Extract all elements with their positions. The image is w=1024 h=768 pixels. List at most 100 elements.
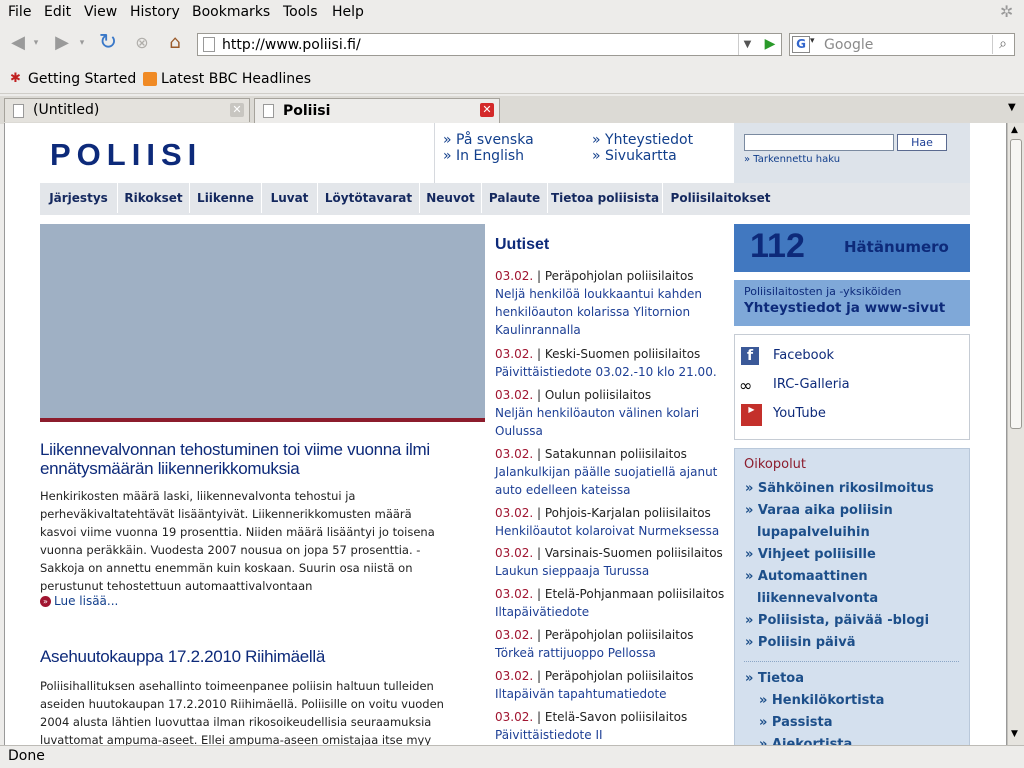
emergency-banner[interactable]: 112 Hätänumero <box>734 224 970 272</box>
news-title-link[interactable]: Iltapäivän tapahtumatiedote <box>495 687 667 701</box>
contacts-banner[interactable]: Poliisilaitosten ja -yksiköiden Yhteysti… <box>734 280 970 326</box>
menu-bookmarks[interactable]: Bookmarks <box>192 4 270 20</box>
nav-poliisilaitokset[interactable]: Poliisilaitokset <box>663 183 778 213</box>
page-icon <box>263 104 274 118</box>
reload-icon[interactable]: ↻ <box>96 31 120 55</box>
shortcut-link[interactable]: » Poliisin päivä <box>745 635 856 650</box>
nav-tietoa-poliisista[interactable]: Tietoa poliisista <box>548 183 663 213</box>
close-tab-icon[interactable]: ✕ <box>480 103 494 117</box>
page-viewport: POLIISI » På svenska » In English » Yhte… <box>4 123 1007 745</box>
link-sitemap[interactable]: » Sivukartta <box>592 148 677 164</box>
bookmark-bbc-headlines[interactable]: Latest BBC Headlines <box>161 71 311 87</box>
nav-jarjestys[interactable]: Järjestys <box>40 183 118 213</box>
shortcut-tietoa[interactable]: » Tietoa <box>745 671 804 686</box>
police-car-photo[interactable] <box>40 224 485 422</box>
article-body: Henkirikosten määrä laski, liikennevalvo… <box>40 489 435 593</box>
url-dropdown-icon[interactable]: ▼ <box>738 34 756 55</box>
read-more-link[interactable]: Lue lisää... <box>54 594 118 608</box>
shortcut-link[interactable]: liikennevalvonta <box>757 591 878 606</box>
news-title-link[interactable]: Jalankulkijan päälle suojatiellä ajanut … <box>495 465 717 497</box>
irc-galleria-link[interactable]: IRC-Galleria <box>773 377 850 392</box>
search-bar[interactable]: G ▾ Google ⌕ <box>789 33 1015 56</box>
shortcut-link[interactable]: » Sähköinen rikosilmoitus <box>745 481 934 496</box>
news-date: 03.02. <box>495 710 534 724</box>
search-placeholder: Google <box>824 37 874 53</box>
advanced-search-link[interactable]: » Tarkennettu haku <box>744 154 840 165</box>
facebook-icon: f <box>741 347 759 365</box>
facebook-link[interactable]: Facebook <box>773 348 834 363</box>
menu-help[interactable]: Help <box>332 4 364 20</box>
home-icon[interactable]: ⌂ <box>163 31 187 55</box>
search-magnifier-icon[interactable]: ⌕ <box>992 35 1013 54</box>
forward-history-dropdown-icon[interactable]: ▾ <box>76 31 88 55</box>
menu-edit[interactable]: Edit <box>44 4 71 20</box>
go-arrow-icon[interactable]: ▶ <box>761 34 779 55</box>
news-date: 03.02. <box>495 388 534 402</box>
news-item: 03.02. | Keski-Suomen poliisilaitos Päivi… <box>495 345 725 381</box>
news-title-link[interactable]: Neljän henkilöauton välinen kolari Oulus… <box>495 406 699 438</box>
back-history-dropdown-icon[interactable]: ▾ <box>30 31 42 55</box>
shortcut-link[interactable]: lupapalveluihin <box>757 525 870 540</box>
news-source: | Peräpohjolan poliisilaitos <box>537 628 694 642</box>
menu-view[interactable]: View <box>84 4 117 20</box>
tab-untitled[interactable]: (Untitled) ✕ <box>4 98 250 122</box>
shortcut-link[interactable]: » Poliisista, päivää -blogi <box>745 613 929 628</box>
news-title-link[interactable]: Laukun sieppaaja Turussa <box>495 564 649 578</box>
nav-palaute[interactable]: Palaute <box>482 183 548 213</box>
nav-liikenne[interactable]: Liikenne <box>190 183 262 213</box>
news-item: 03.02. | Etelä-Savon poliisilaitos Päivit… <box>495 708 725 744</box>
news-title-link[interactable]: Päivittäistiedote II <box>495 728 603 742</box>
news-item: 03.02. | Pohjois-Karjalan poliisilaitos H… <box>495 504 725 540</box>
poliisi-logo[interactable]: POLIISI <box>50 137 202 173</box>
stop-icon[interactable]: ⊗ <box>130 31 154 55</box>
tab-poliisi[interactable]: Poliisi ✕ <box>254 98 500 124</box>
search-button[interactable]: Hae <box>897 134 947 151</box>
menu-history[interactable]: History <box>130 4 180 20</box>
news-title-link[interactable]: Päivittäistiedote 03.02.-10 klo 21.00. <box>495 365 717 379</box>
url-bar[interactable]: http://www.poliisi.fi/ ▼ ▶ <box>197 33 782 56</box>
scroll-down-icon[interactable]: ▼ <box>1011 729 1018 739</box>
shortcut-link[interactable]: » Varaa aika poliisin <box>745 503 893 518</box>
scroll-thumb[interactable] <box>1010 139 1022 429</box>
vertical-scrollbar[interactable]: ▲ ▼ <box>1007 123 1024 745</box>
youtube-link[interactable]: YouTube <box>773 406 826 421</box>
shortcut-link[interactable]: » Vihjeet poliisille <box>745 547 876 562</box>
youtube-icon: ▶ <box>741 404 762 426</box>
article-title[interactable]: Liikennevalvonnan tehostuminen toi viime… <box>40 440 460 478</box>
link-english[interactable]: » In English <box>443 148 524 164</box>
shortcuts-box: Oikopolut » Sähköinen rikosilmoitus » Var… <box>734 448 970 745</box>
close-tab-icon[interactable]: ✕ <box>230 103 244 117</box>
nav-luvat[interactable]: Luvat <box>262 183 318 213</box>
news-title-link[interactable]: Törkeä rattijuoppo Pellossa <box>495 646 656 660</box>
news-title-link[interactable]: Iltapäivätiedote <box>495 605 589 619</box>
tab-label: Poliisi <box>283 103 331 119</box>
news-title-link[interactable]: Henkilöautot kolaroivat Nurmeksessa <box>495 524 719 538</box>
bookmark-getting-started[interactable]: Getting Started <box>28 71 136 87</box>
news-source: | Oulun poliisilaitos <box>537 388 652 402</box>
shortcut-link[interactable]: » Automaattinen <box>745 569 868 584</box>
back-arrow-icon[interactable]: ◀ <box>6 31 30 55</box>
news-source: | Etelä-Savon poliisilaitos <box>537 710 688 724</box>
site-search-input[interactable] <box>744 134 894 151</box>
shortcut-passista[interactable]: » Passista <box>759 715 833 730</box>
google-engine-icon[interactable]: G <box>792 36 810 53</box>
shortcut-henkilokortista[interactable]: » Henkilökortista <box>759 693 884 708</box>
menu-tools[interactable]: Tools <box>283 4 318 20</box>
menu-file[interactable]: File <box>8 4 31 20</box>
scroll-up-icon[interactable]: ▲ <box>1011 125 1018 135</box>
tab-list-dropdown-icon[interactable]: ▼ <box>1008 102 1016 113</box>
news-source: | Satakunnan poliisilaitos <box>537 447 687 461</box>
link-swedish[interactable]: » På svenska <box>443 132 534 148</box>
nav-rikokset[interactable]: Rikokset <box>118 183 190 213</box>
forward-arrow-icon[interactable]: ▶ <box>50 31 74 55</box>
engine-dropdown-icon[interactable]: ▾ <box>810 36 815 46</box>
news-title-link[interactable]: Neljä henkilöä loukkaantui kahden henkil… <box>495 287 702 337</box>
rss-feed-icon <box>143 72 157 86</box>
shortcut-aiekortista[interactable]: » Aiekortista <box>759 737 852 745</box>
nav-loytotavarat[interactable]: Löytötavarat <box>318 183 420 213</box>
news-date: 03.02. <box>495 347 534 361</box>
nav-neuvot[interactable]: Neuvot <box>420 183 482 213</box>
article-title[interactable]: Asehuutokauppa 17.2.2010 Riihimäellä <box>40 647 470 667</box>
link-contact[interactable]: » Yhteystiedot <box>592 132 693 148</box>
news-item: 03.02. | Peräpohjolan poliisilaitos Neljä… <box>495 267 725 339</box>
